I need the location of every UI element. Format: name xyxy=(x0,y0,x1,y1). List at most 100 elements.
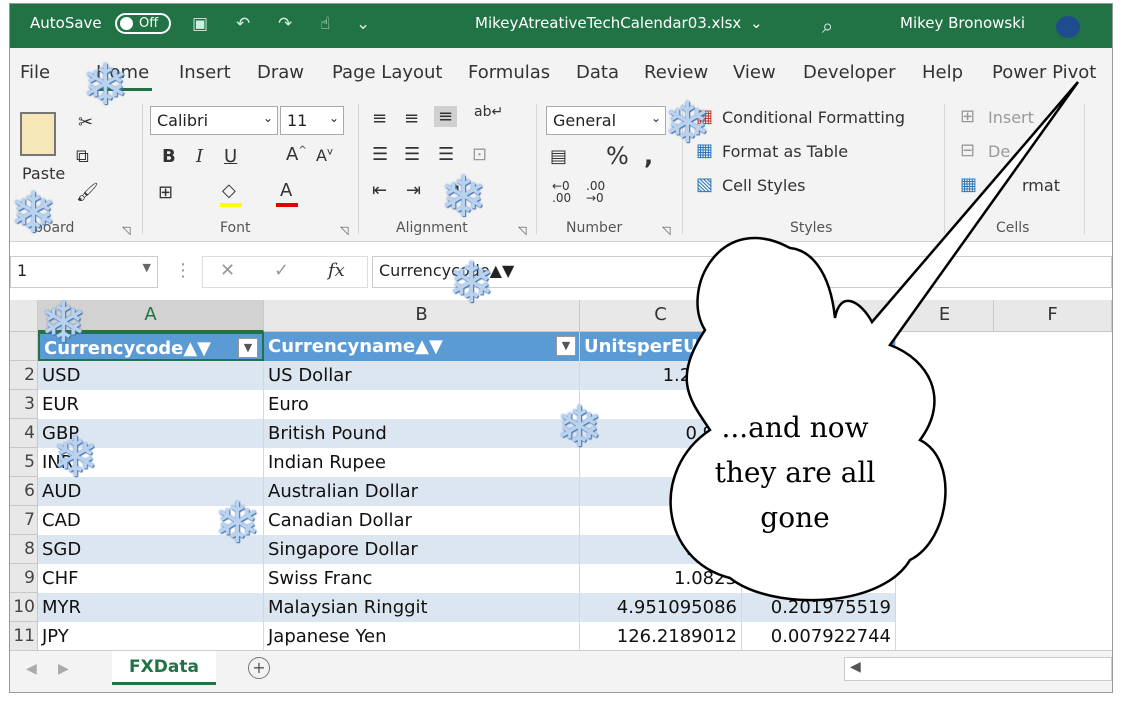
enter-icon[interactable]: ✓ xyxy=(274,260,289,281)
scroll-tabs-left-icon[interactable]: ◀ xyxy=(26,661,37,677)
font-size-select[interactable]: 11 ⌄ xyxy=(280,106,344,135)
cell-styles-icon[interactable]: ▧ xyxy=(696,174,713,195)
cell-eur-per-unit[interactable]: 0.007922744 xyxy=(742,622,896,651)
cell-currency-code[interactable]: CHF xyxy=(38,564,264,593)
insert-function-button[interactable]: fx xyxy=(328,260,345,281)
row-header[interactable]: 4 xyxy=(10,419,38,448)
number-launcher-icon[interactable]: ◹ xyxy=(662,224,670,237)
paste-icon[interactable] xyxy=(20,112,56,156)
column-header-c[interactable]: C xyxy=(580,300,742,332)
font-name-select[interactable]: Calibri ⌄ xyxy=(150,106,278,135)
scroll-left-icon[interactable]: ◀ xyxy=(850,659,861,675)
align-top-icon[interactable]: ≡ xyxy=(372,108,387,129)
cell-currency-code[interactable]: JPY xyxy=(38,622,264,651)
format-cells-icon[interactable]: ▦ xyxy=(960,174,977,195)
row-header[interactable]: 7 xyxy=(10,506,38,535)
tab-insert[interactable]: Insert xyxy=(179,62,231,83)
clipboard-launcher-icon[interactable]: ◹ xyxy=(122,224,130,237)
tab-review[interactable]: Review xyxy=(644,62,708,83)
cell-currency-name[interactable]: Canadian Dollar xyxy=(264,506,580,535)
row-header[interactable]: 11 xyxy=(10,622,38,651)
row-header[interactable]: 10 xyxy=(10,593,38,622)
row-header[interactable]: 8 xyxy=(10,535,38,564)
insert-cells-button[interactable]: Insert xyxy=(988,108,1034,127)
tab-power-pivot[interactable]: Power Pivot xyxy=(992,62,1096,83)
horizontal-scrollbar[interactable] xyxy=(844,657,1112,681)
avatar[interactable] xyxy=(1056,16,1080,38)
cell-currency-code[interactable]: EUR xyxy=(38,390,264,419)
column-header-f[interactable]: F xyxy=(994,300,1112,332)
redo-icon[interactable]: ↷ xyxy=(278,14,292,34)
cell-currency-name[interactable]: Swiss Franc xyxy=(264,564,580,593)
percent-style-icon[interactable]: % xyxy=(606,142,629,170)
tab-page-layout[interactable]: Page Layout xyxy=(332,62,443,83)
font-color-icon[interactable]: A xyxy=(280,180,292,201)
format-cells-button[interactable]: rmat xyxy=(1022,176,1060,195)
increase-font-icon[interactable]: A^ xyxy=(286,144,307,165)
scroll-tabs-right-icon[interactable]: ▶ xyxy=(58,661,69,677)
column-header-b[interactable]: B xyxy=(264,300,580,332)
cell-eur-per-unit[interactable] xyxy=(742,361,896,390)
decrease-indent-icon[interactable]: ⇤ xyxy=(372,180,387,201)
conditional-formatting-button[interactable]: Conditional Formatting xyxy=(722,108,905,127)
cell-currency-name[interactable]: Euro xyxy=(264,390,580,419)
alignment-launcher-icon[interactable]: ◹ xyxy=(518,224,526,237)
cell-currency-name[interactable]: Malaysian Ringgit xyxy=(264,593,580,622)
cell-units-per-eur[interactable]: 1.21862 xyxy=(580,361,742,390)
increase-indent-icon[interactable]: ⇥ xyxy=(406,180,421,201)
merge-center-icon[interactable]: ⊡ xyxy=(472,144,487,165)
format-painter-icon[interactable]: 🖌 xyxy=(76,182,99,203)
search-icon[interactable]: ⌕ xyxy=(822,14,833,38)
column-header-e[interactable]: E xyxy=(896,300,994,332)
borders-icon[interactable]: ⊞ xyxy=(158,182,173,203)
italic-button[interactable]: I xyxy=(196,146,203,167)
delete-cells-button[interactable]: De xyxy=(988,142,1010,161)
column-header-d[interactable]: D xyxy=(742,300,896,332)
accounting-format-icon[interactable]: ▤ xyxy=(550,146,567,167)
file-name-dropdown[interactable]: ⌄ xyxy=(750,14,763,32)
table-header-cell[interactable]: Currencyname▲▼ ▼ xyxy=(264,332,580,361)
align-center-icon[interactable]: ☰ xyxy=(404,144,420,165)
cell-currency-name[interactable]: US Dollar xyxy=(264,361,580,390)
comma-style-icon[interactable]: , xyxy=(644,142,653,170)
format-as-table-button[interactable]: Format as Table xyxy=(722,142,848,161)
cell-currency-code[interactable]: USD xyxy=(38,361,264,390)
sheet-tab-fxdata[interactable]: FXData xyxy=(112,651,216,685)
filter-dropdown-icon[interactable]: ▼ xyxy=(556,336,576,356)
filter-dropdown-icon[interactable]: ▼ xyxy=(238,338,258,358)
cell-currency-name[interactable]: Australian Dollar xyxy=(264,477,580,506)
insert-cells-icon[interactable]: ⊞ xyxy=(960,106,975,127)
touch-mode-icon[interactable]: ☝ xyxy=(320,14,330,34)
undo-icon[interactable]: ↶ xyxy=(236,14,250,34)
bold-button[interactable]: B xyxy=(162,146,176,167)
cell-eur-per-unit[interactable]: 0.201975519 xyxy=(742,593,896,622)
row-header[interactable]: 3 xyxy=(10,390,38,419)
tab-formulas[interactable]: Formulas xyxy=(468,62,550,83)
row-header[interactable] xyxy=(10,332,38,361)
save-icon[interactable]: ▣ xyxy=(192,14,208,34)
cell-styles-button[interactable]: Cell Styles xyxy=(722,176,806,195)
tab-help[interactable]: Help xyxy=(922,62,963,83)
cell-units-per-eur[interactable]: 126.2189012 xyxy=(580,622,742,651)
cell-currency-name[interactable]: Indian Rupee xyxy=(264,448,580,477)
decrease-decimal-icon[interactable]: .00 →0 xyxy=(586,180,605,204)
worksheet-grid[interactable]: A B C D E F Currencycode▲▼ ▼ Currencyname… xyxy=(10,300,1112,651)
table-header-cell[interactable]: UnitsperEUR xyxy=(580,332,896,361)
tab-view[interactable]: View xyxy=(733,62,776,83)
tab-developer[interactable]: Developer xyxy=(803,62,896,83)
cancel-icon[interactable]: ✕ xyxy=(220,260,235,281)
cell-currency-code[interactable]: MYR xyxy=(38,593,264,622)
cell-eur-per-unit[interactable] xyxy=(742,564,896,593)
cell-currency-name[interactable]: British Pound xyxy=(264,419,580,448)
cell-units-per-eur[interactable]: 1.0823 xyxy=(580,564,742,593)
select-all-corner[interactable] xyxy=(10,300,38,332)
row-header[interactable]: 9 xyxy=(10,564,38,593)
underline-button[interactable]: U xyxy=(224,146,237,167)
align-middle-icon[interactable]: ≡ xyxy=(404,108,419,129)
number-format-select[interactable]: General ⌄ xyxy=(546,106,666,135)
tab-data[interactable]: Data xyxy=(576,62,619,83)
decrease-font-icon[interactable]: Av xyxy=(316,146,333,165)
increase-decimal-icon[interactable]: ←0.00 xyxy=(552,180,571,204)
cell-units-per-eur[interactable]: 4.951095086 xyxy=(580,593,742,622)
row-header[interactable]: 2 xyxy=(10,361,38,390)
